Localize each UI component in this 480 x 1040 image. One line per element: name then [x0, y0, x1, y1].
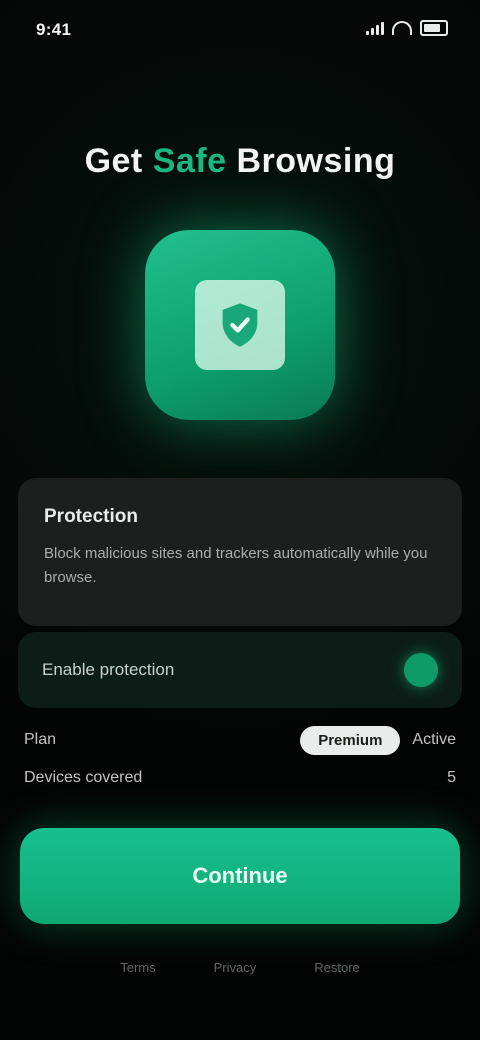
protection-toggle-row[interactable]: Enable protection — [18, 632, 462, 708]
devices-row: Devices covered 5 — [24, 762, 456, 794]
wifi-icon — [392, 21, 412, 35]
info-card: Protection Block malicious sites and tra… — [18, 478, 462, 626]
plan-pill[interactable]: Premium — [300, 725, 401, 755]
signal-icon — [366, 21, 384, 35]
footer-links: Terms Privacy Restore — [0, 960, 480, 975]
devices-label: Devices covered — [24, 769, 143, 786]
continue-button[interactable]: Continue — [20, 828, 460, 924]
app-screen: 9:41 Get Safe Browsing Protection Block … — [0, 0, 480, 1040]
status-bar: 9:41 — [0, 14, 480, 46]
headline-accent: Safe — [152, 142, 227, 180]
status-time: 9:41 — [36, 20, 72, 39]
shield-icon — [195, 280, 285, 370]
footer-link-terms[interactable]: Terms — [120, 960, 155, 975]
footer-link-restore[interactable]: Restore — [314, 960, 360, 975]
info-card-body: Block malicious sites and trackers autom… — [44, 545, 428, 586]
headline: Get Safe Browsing — [0, 142, 480, 181]
status-icons — [366, 20, 448, 36]
toggle-label: Enable protection — [42, 660, 175, 679]
headline-part2: Browsing — [236, 142, 396, 180]
battery-icon — [420, 20, 448, 36]
toggle-switch[interactable] — [404, 653, 438, 687]
plan-row: Plan Premium Active — [24, 722, 456, 758]
info-card-title: Protection — [44, 506, 138, 527]
headline-part1: Get — [84, 142, 143, 180]
devices-value: 5 — [447, 769, 456, 786]
hero-icon-container — [145, 230, 335, 420]
plan-label: Plan — [24, 731, 57, 748]
plan-value: Active — [412, 731, 456, 748]
footer-link-privacy[interactable]: Privacy — [214, 960, 257, 975]
plan-right: Premium Active — [300, 725, 456, 755]
